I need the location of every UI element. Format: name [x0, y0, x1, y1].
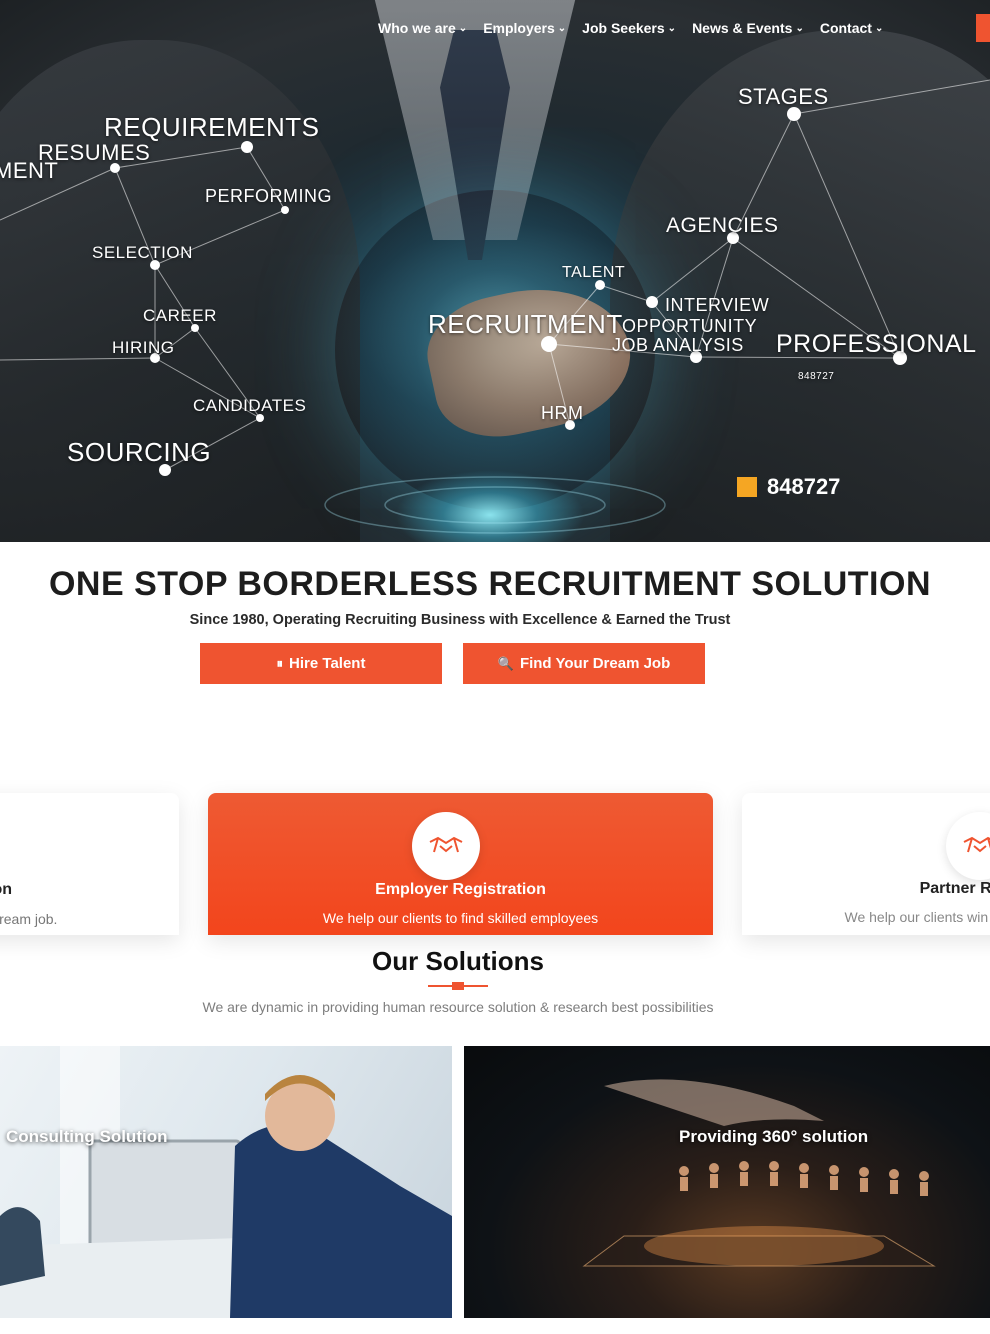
- hero-word-career: CAREER: [143, 306, 217, 325]
- hero-word-interview: INTERVIEW: [665, 295, 770, 315]
- card-icon-circle: [946, 812, 990, 880]
- hero-word-job-analysis: JOB ANALYSIS: [612, 335, 744, 355]
- handshake-icon: [963, 836, 990, 853]
- handshake-icon: [429, 836, 463, 853]
- home-page: REQUIREMENTS RESUMES MENT PERFORMING SEL…: [0, 0, 990, 1334]
- hero-word-hiring: HIRING: [112, 338, 175, 357]
- hero-word-hrm: HRM: [541, 403, 584, 423]
- card-description: We help our clients win and grow in thei…: [844, 909, 990, 925]
- hero-word-sourcing: SOURCING: [67, 437, 212, 467]
- hero-word-requirements: REQUIREMENTS: [104, 112, 320, 142]
- hero-word-performing: PERFORMING: [205, 186, 333, 206]
- page-subheadline: Since 1980, Operating Recruiting Busines…: [189, 612, 731, 628]
- hero-word-stages: STAGES: [738, 84, 829, 109]
- nav-item-news-events[interactable]: News & Events ⌄: [684, 18, 812, 38]
- card-title: Employer Registration: [375, 881, 546, 898]
- find-job-label: Find Your Dream Job: [519, 655, 671, 672]
- stat-number: 848727: [767, 474, 841, 499]
- solution-360-tile[interactable]: Providing 360° solution: [464, 1046, 990, 1318]
- divider-dot: [452, 982, 464, 990]
- nav-item-employers[interactable]: Employers ⌄: [475, 18, 574, 38]
- main-nav: Who we are ⌄ Employers ⌄ Job Seekers ⌄ N…: [370, 18, 891, 38]
- nav-item-label: Contact: [819, 20, 872, 36]
- card-icon-circle: [412, 812, 480, 880]
- nav-item-job-seekers[interactable]: Job Seekers ⌄: [574, 18, 684, 38]
- chevron-down-icon: ⌄: [874, 23, 884, 34]
- nav-item-label: Who we are: [378, 20, 456, 36]
- find-job-button[interactable]: 🔍 Find Your Dream Job: [463, 643, 705, 684]
- hero-word-professional: PROFESSIONAL: [776, 330, 977, 358]
- hero-word-small-num: 848727: [798, 371, 835, 382]
- solution-360-photo: [582, 1079, 936, 1267]
- hero-stat: 848727: [737, 474, 840, 500]
- card-title: Candidate Registration: [0, 881, 13, 898]
- hero-word-ment: MENT: [0, 158, 59, 183]
- nav-item-contact[interactable]: Contact ⌄: [812, 18, 892, 38]
- hero-word-opportunity: OPPORTUNITY: [622, 316, 758, 336]
- card-description: We help our clients to find skilled empl…: [322, 910, 599, 926]
- nav-item-label: Job Seekers: [582, 20, 665, 36]
- chevron-down-icon: ⌄: [667, 23, 677, 34]
- consulting-photo: [0, 1046, 452, 1318]
- hire-talent-label: Hire Talent: [289, 655, 366, 672]
- solutions-subtitle: We are dynamic in providing human resour…: [202, 999, 714, 1015]
- solutions-divider: [428, 982, 488, 990]
- solutions-title: Our Solutions: [372, 946, 544, 976]
- tile-label: Consulting Solution: [6, 1127, 168, 1146]
- employer-registration-card[interactable]: Employer Registration We help our client…: [208, 793, 713, 935]
- consulting-solution-tile[interactable]: Consulting Solution: [0, 1046, 452, 1318]
- search-icon: 🔍: [497, 655, 514, 671]
- chevron-down-icon: ⌄: [458, 23, 468, 34]
- hero-word-talent: TALENT: [562, 264, 626, 281]
- hero-banner: REQUIREMENTS RESUMES MENT PERFORMING SEL…: [0, 0, 990, 542]
- pause-icon: ⏸: [276, 655, 284, 671]
- hero-word-recruitment: RECRUITMENT: [428, 309, 623, 339]
- nav-cta-button[interactable]: [976, 14, 990, 42]
- partner-registration-card[interactable]: Partner Registration We help our clients…: [742, 793, 990, 935]
- chevron-down-icon: ⌄: [795, 23, 804, 34]
- card-description: We help candidates to find their dream j…: [0, 911, 58, 927]
- nav-item-label: News & Events: [692, 20, 793, 36]
- card-title: Partner Registration: [919, 880, 990, 897]
- stat-square-icon: [737, 477, 757, 497]
- nav-item-who-we-are[interactable]: Who we are ⌄: [370, 18, 475, 38]
- hero-word-agencies: AGENCIES: [666, 214, 779, 237]
- hire-talent-button[interactable]: ⏸ Hire Talent: [200, 643, 442, 684]
- hero-word-candidates: CANDIDATES: [193, 396, 307, 415]
- nav-item-label: Employers: [483, 20, 555, 36]
- candidate-registration-card[interactable]: Candidate Registration We help candidate…: [0, 793, 179, 935]
- page-headline: ONE STOP BORDERLESS RECRUITMENT SOLUTION: [48, 565, 932, 603]
- chevron-down-icon: ⌄: [557, 23, 567, 34]
- tile-label: Providing 360° solution: [679, 1127, 869, 1146]
- hero-word-selection: SELECTION: [92, 243, 193, 262]
